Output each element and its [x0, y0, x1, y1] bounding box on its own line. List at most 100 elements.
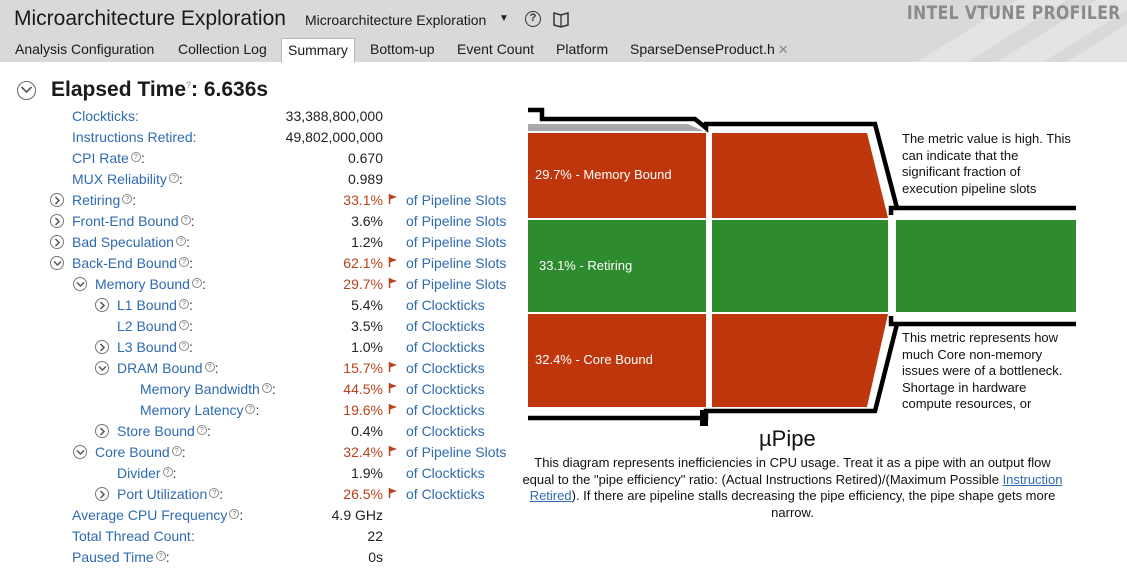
metric-name[interactable]: Store Bound: [117, 423, 195, 439]
help-icon[interactable]: ?: [155, 551, 166, 561]
help-icon[interactable]: ?: [178, 320, 189, 330]
metric-name[interactable]: Memory Latency: [140, 402, 243, 418]
metric-name[interactable]: L3 Bound: [117, 339, 177, 355]
collapse-section-icon[interactable]: [17, 81, 36, 100]
help-icon[interactable]: ?: [162, 467, 173, 477]
help-icon[interactable]: ?: [179, 257, 190, 267]
close-icon[interactable]: ✕: [778, 42, 789, 57]
core-bound-taper: [712, 314, 888, 407]
metric-value: 29.7%: [343, 276, 383, 292]
help-icon[interactable]: ?: [204, 362, 215, 372]
metric-value: 0s: [368, 549, 383, 565]
metric-label[interactable]: Average CPU Frequency?:: [72, 505, 243, 526]
upipe-description-text: This diagram represents inefficiencies i…: [522, 455, 1051, 487]
help-icon[interactable]: ?: [168, 173, 179, 183]
collapse-icon[interactable]: [95, 361, 109, 375]
tab-analysis-configuration[interactable]: Analysis Configuration: [9, 38, 160, 62]
metric-name[interactable]: Instructions Retired:: [72, 129, 197, 145]
metric-label[interactable]: L3 Bound?:: [117, 337, 193, 358]
help-icon[interactable]: ?: [122, 194, 133, 204]
help-icon[interactable]: ?: [261, 383, 272, 393]
expand-icon[interactable]: [95, 424, 109, 438]
help-icon[interactable]: ?: [175, 236, 186, 246]
metric-label[interactable]: Store Bound?:: [117, 421, 211, 442]
expand-icon[interactable]: [50, 193, 64, 207]
metric-label[interactable]: Memory Bound?:: [95, 274, 206, 295]
expand-icon[interactable]: [95, 487, 109, 501]
tab-summary[interactable]: Summary: [281, 38, 355, 63]
chevron-down-icon[interactable]: ▼: [499, 13, 509, 24]
help-icon[interactable]: ?: [130, 152, 141, 162]
collapse-icon[interactable]: [73, 277, 87, 291]
metric-label[interactable]: Divider?:: [117, 463, 176, 484]
metric-name[interactable]: Memory Bandwidth: [140, 381, 260, 397]
metric-label[interactable]: DRAM Bound?:: [117, 358, 218, 379]
metric-label[interactable]: Memory Latency?:: [140, 400, 259, 421]
metric-name[interactable]: Port Utilization: [117, 486, 207, 502]
metric-name[interactable]: Divider: [117, 465, 161, 481]
metric-name[interactable]: MUX Reliability: [72, 171, 167, 187]
metric-value: 5.4%: [351, 297, 383, 313]
help-icon[interactable]: ?: [229, 509, 240, 519]
metric-name[interactable]: DRAM Bound: [117, 360, 203, 376]
metric-name[interactable]: L2 Bound: [117, 318, 177, 334]
core-bound-pipe-label: 32.4% - Core Bound: [535, 352, 653, 367]
metric-name[interactable]: Memory Bound: [95, 276, 190, 292]
metric-name[interactable]: Core Bound: [95, 444, 170, 460]
expand-icon[interactable]: [50, 214, 64, 228]
help-icon[interactable]: ?: [180, 215, 191, 225]
metric-label[interactable]: Clockticks:: [72, 106, 139, 127]
metric-name[interactable]: Front-End Bound: [72, 213, 179, 229]
metric-label[interactable]: L1 Bound?:: [117, 295, 193, 316]
help-icon[interactable]: ?: [196, 425, 207, 435]
collapse-icon[interactable]: [50, 256, 64, 270]
metric-name[interactable]: Clockticks:: [72, 108, 139, 124]
expand-icon[interactable]: [95, 298, 109, 312]
metric-unit: of Clockticks: [406, 381, 485, 397]
flag-icon: [388, 278, 397, 288]
expand-icon[interactable]: [50, 235, 64, 249]
tab-bottom-up[interactable]: Bottom-up: [364, 38, 441, 62]
help-icon[interactable]: ?: [191, 278, 202, 288]
help-icon[interactable]: ?: [171, 446, 182, 456]
retiring-pipe-label: 33.1% - Retiring: [539, 258, 633, 273]
documentation-icon[interactable]: [552, 10, 570, 28]
metric-label[interactable]: Back-End Bound?:: [72, 253, 193, 274]
analysis-type-dropdown[interactable]: Microarchitecture Exploration: [305, 12, 486, 28]
metric-name[interactable]: CPI Rate: [72, 150, 129, 166]
help-icon[interactable]: ?: [525, 11, 541, 27]
metric-unit: of Pipeline Slots: [406, 276, 507, 292]
tab-collection-log[interactable]: Collection Log: [172, 38, 273, 62]
metric-name[interactable]: Total Thread Count:: [72, 528, 195, 544]
metric-label[interactable]: CPI Rate?:: [72, 148, 145, 169]
metric-value: 26.5%: [343, 486, 383, 502]
metric-name[interactable]: L1 Bound: [117, 297, 177, 313]
metric-label[interactable]: Instructions Retired:: [72, 127, 197, 148]
metric-name[interactable]: Average CPU Frequency: [72, 507, 227, 523]
metric-label[interactable]: Memory Bandwidth?:: [140, 379, 276, 400]
metric-label[interactable]: Bad Speculation?:: [72, 232, 190, 253]
metric-label[interactable]: Front-End Bound?:: [72, 211, 195, 232]
tab-event-count[interactable]: Event Count: [451, 38, 540, 62]
help-icon[interactable]: ?: [245, 404, 256, 414]
metric-row-core-bound: Core Bound?: 32.4% of Pipeline Slots: [0, 442, 520, 463]
metric-name[interactable]: Paused Time: [72, 549, 154, 565]
metric-label[interactable]: L2 Bound?:: [117, 316, 193, 337]
help-icon[interactable]: ?: [178, 341, 189, 351]
metric-label[interactable]: MUX Reliability?:: [72, 169, 183, 190]
flag-icon: [388, 404, 397, 414]
metric-label[interactable]: Port Utilization?:: [117, 484, 223, 505]
tab-source-file[interactable]: SparseDenseProduct.h ✕: [624, 38, 795, 62]
metric-label[interactable]: Retiring?:: [72, 190, 136, 211]
help-icon[interactable]: ?: [209, 488, 220, 498]
help-icon[interactable]: ?: [178, 299, 189, 309]
expand-icon[interactable]: [95, 340, 109, 354]
tab-platform[interactable]: Platform: [550, 38, 614, 62]
metric-label[interactable]: Paused Time?:: [72, 547, 170, 568]
metric-label[interactable]: Total Thread Count:: [72, 526, 195, 547]
metric-name[interactable]: Back-End Bound: [72, 255, 177, 271]
metric-name[interactable]: Bad Speculation: [72, 234, 174, 250]
metric-name[interactable]: Retiring: [72, 192, 120, 208]
metric-label[interactable]: Core Bound?:: [95, 442, 186, 463]
collapse-icon[interactable]: [73, 445, 87, 459]
